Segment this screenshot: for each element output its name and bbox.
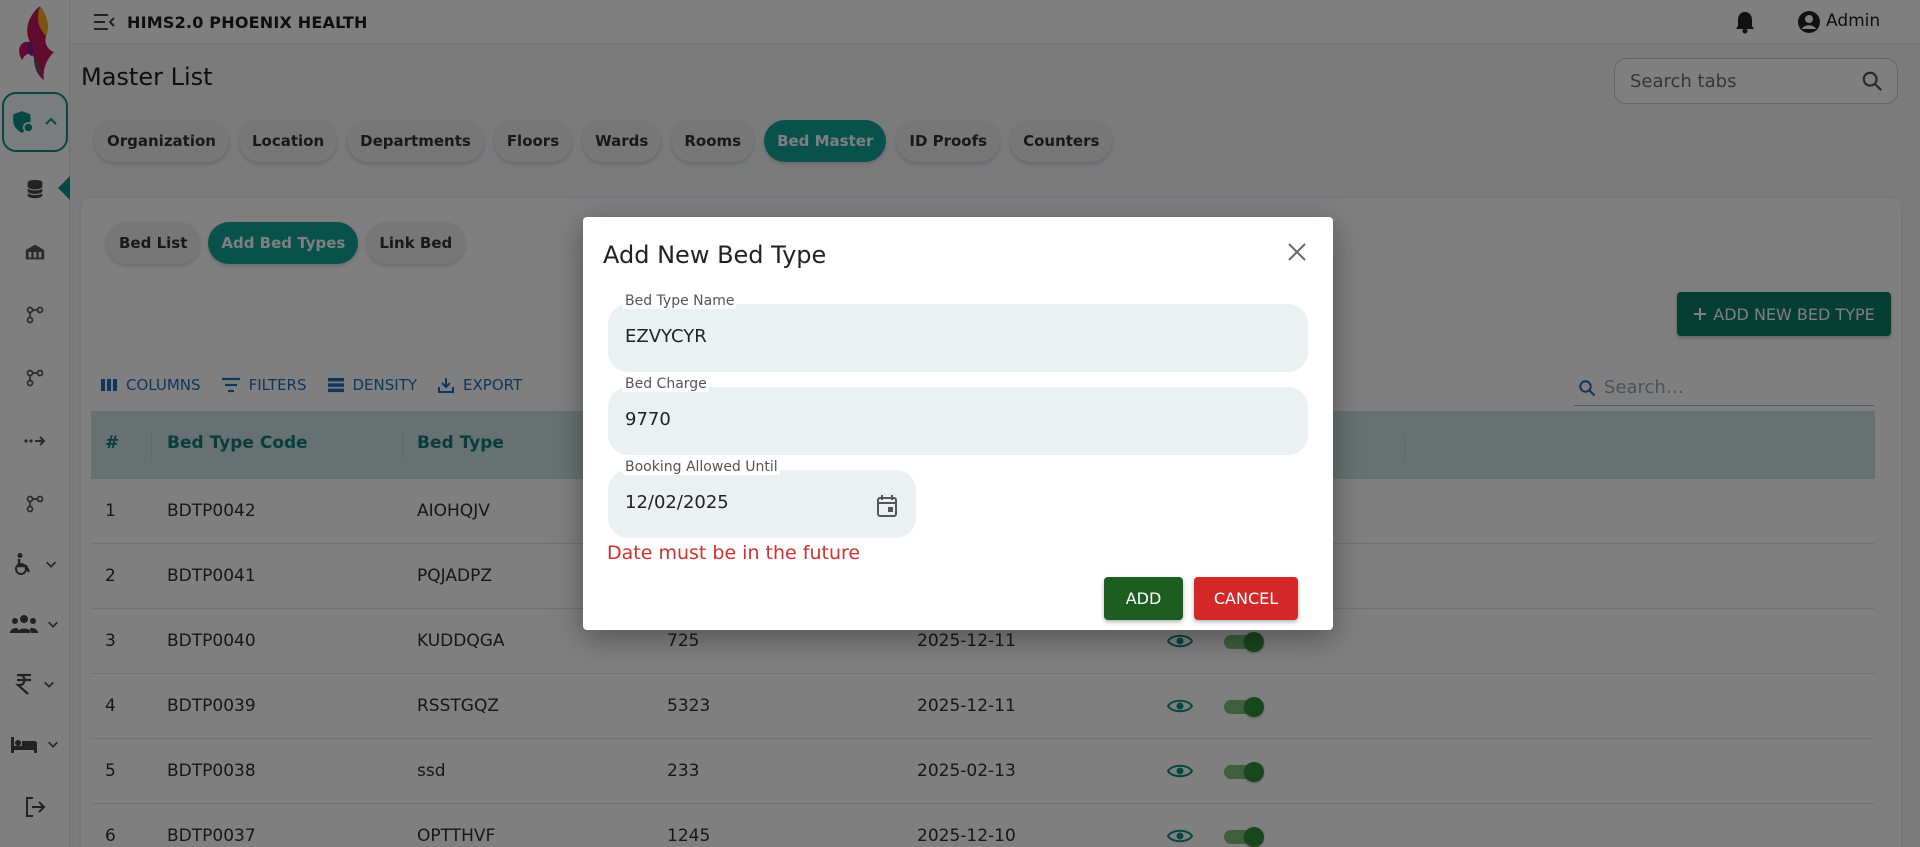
close-icon[interactable]	[1286, 241, 1308, 263]
bed-charge-label: Bed Charge	[623, 376, 709, 392]
cancel-button[interactable]: CANCEL	[1194, 577, 1298, 620]
booking-allowed-until-field[interactable]: 12/02/2025	[608, 470, 916, 538]
calendar-icon[interactable]	[876, 494, 898, 518]
bed-charge-field[interactable]: 9770	[608, 387, 1308, 455]
dialog-title: Add New Bed Type	[603, 241, 827, 269]
bed-type-name-value[interactable]: EZVYCYR	[625, 326, 707, 347]
bed-type-name-field[interactable]: EZVYCYR	[608, 304, 1308, 372]
add-bed-type-dialog: Add New Bed Type EZVYCYR Bed Type Name 9…	[583, 217, 1333, 630]
bed-charge-value[interactable]: 9770	[625, 409, 671, 430]
bed-type-name-label: Bed Type Name	[623, 293, 737, 309]
booking-allowed-until-value[interactable]: 12/02/2025	[625, 492, 729, 513]
booking-allowed-until-label: Booking Allowed Until	[623, 459, 780, 475]
add-button[interactable]: ADD	[1104, 577, 1183, 620]
date-error-message: Date must be in the future	[607, 542, 861, 564]
